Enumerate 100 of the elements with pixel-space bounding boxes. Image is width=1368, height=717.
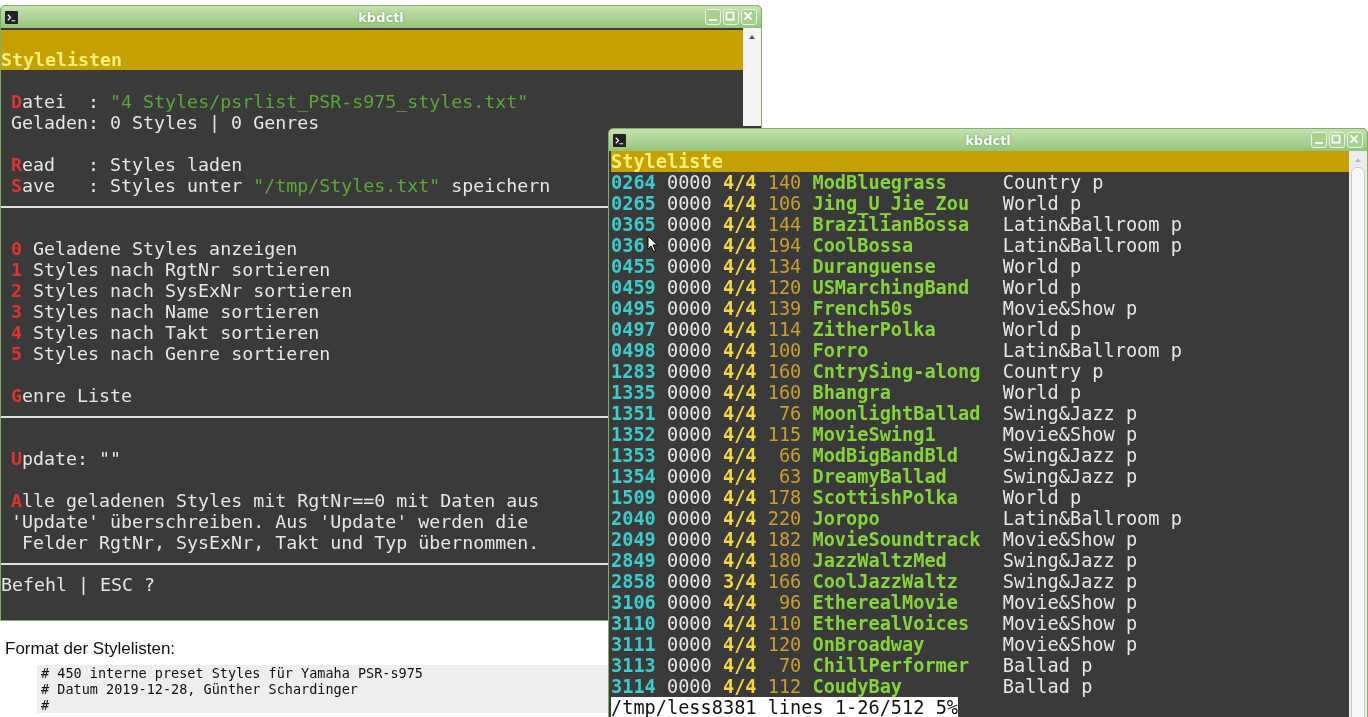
table-cell: 1352 [611,424,656,445]
menu-line: Geladen: 0 Styles | 0 Genres [11,112,320,133]
window-title: kbdctl [358,9,404,25]
menu-line: 5 Styles nach Genre sortieren [11,343,331,364]
scrollbar-thumb[interactable] [1351,167,1365,717]
terminal-icon [5,10,18,24]
close-button[interactable] [741,9,757,25]
table-cell: 3110 [611,613,656,634]
close-button[interactable] [1347,132,1363,148]
table-cell-text: 0000 [666,235,713,256]
scrollbar[interactable] [1349,151,1367,717]
table-cell: Country p [1002,361,1104,382]
table-cell-text: 4/4 [722,214,758,235]
table-cell: 114 [767,319,802,340]
table-cell-text: EtherealVoices [812,613,971,634]
table-cell-text: 3/4 [722,571,758,592]
table-cell-text: 4/4 [722,340,758,361]
table-cell: 120 [767,277,802,298]
table-cell-text: 4/4 [722,298,758,319]
table-cell: 0459 [611,277,656,298]
maximize-icon [1330,133,1342,145]
table-cell-text: ScottishPolka [812,487,959,508]
table-cell: 2858 [611,571,656,592]
minimize-button[interactable] [705,9,721,25]
table-cell: Swing&Jazz p [1002,403,1138,424]
menu-line: Update: "" [11,448,122,469]
table-cell-text: 4/4 [722,193,758,214]
table-cell-text: 0000 [666,655,713,676]
menu-line: Save : Styles unter "/tmp/Styles.txt" speichern [11,175,551,196]
command-prompt: Befehl | ESC ? [1,574,156,595]
table-cell: 110 [767,613,802,634]
table-cell-text: 0000 [666,340,713,361]
table-cell-text: 0000 [666,634,713,655]
table-cell: 1509 [611,487,656,508]
table-cell: 180 [767,550,802,571]
table-cell: 160 [767,361,802,382]
table-cell-text: 70 [777,655,802,676]
table-cell-text: 63 [777,466,802,487]
menu-line: Datei : "4 Styles/psrlist_PSR-s975_styles.txt" [11,91,529,112]
table-cell-text: 4/4 [722,592,758,613]
table-cell-text: 0000 [666,676,713,697]
table-cell: World p [1002,382,1082,403]
header-title: Styleliste [611,151,723,172]
close-icon [1348,133,1360,145]
table-cell-text: ChillPerformer [812,655,971,676]
table-cell-text: 0000 [666,571,713,592]
table-cell: 0495 [611,298,656,319]
maximize-button[interactable] [723,9,739,25]
table-cell-text: MovieSoundtrack [812,529,982,550]
table-cell: 036 [611,235,645,256]
table-cell: 1353 [611,445,656,466]
table-cell-text: 0000 [666,592,713,613]
table-cell-text: 4/4 [722,676,758,697]
table-cell-text: Duranguense [812,256,937,277]
menu-line: 0 Geladene Styles anzeigen [11,238,298,259]
table-cell-text: BrazilianBossa [812,214,971,235]
table-cell-text: 4/4 [722,487,758,508]
table-cell-text: 0000 [666,172,713,193]
table-cell: 220 [767,508,802,529]
table-cell-text: 4/4 [722,466,758,487]
table-cell: Movie&Show p [1002,613,1138,634]
table-cell: 1335 [611,382,656,403]
maximize-button[interactable] [1329,132,1345,148]
table-cell: Swing&Jazz p [1002,445,1138,466]
table-cell-text: 66 [777,445,802,466]
table-cell: 3114 [611,676,656,697]
table-cell: 134 [767,256,802,277]
table-cell-text: CoolJazzWaltz [812,571,959,592]
table-cell-text: 4/4 [722,361,758,382]
table-cell-text: MoonlightBallad [812,403,982,424]
table-cell: Ballad p [1002,655,1093,676]
table-cell-text: 4/4 [722,634,758,655]
table-cell: 115 [767,424,802,445]
table-cell: 194 [767,235,802,256]
table-cell-text: 0000 [666,424,713,445]
close-icon [742,10,754,22]
table-cell: Swing&Jazz p [1002,466,1138,487]
table-cell-text: JazzWaltzMed [812,550,948,571]
code-line: # [41,697,51,713]
table-cell: 1351 [611,403,656,424]
table-cell: 106 [767,193,802,214]
table-cell: 3111 [611,634,656,655]
table-cell-text: 4/4 [722,277,758,298]
minimize-button[interactable] [1311,132,1327,148]
menu-line: Alle geladenen Styles mit RgtNr==0 mit Daten aus [11,490,540,511]
table-cell: 0365 [611,214,656,235]
table-cell-text: 4/4 [722,319,758,340]
table-cell: 1283 [611,361,656,382]
table-cell-text: USMarchingBand [812,277,971,298]
table-cell: Movie&Show p [1002,634,1138,655]
table-cell: World p [1002,319,1082,340]
code-line: # Datum 2019-12-28, Günther Schardinger [41,681,359,697]
scrollbar[interactable] [743,28,761,126]
menu-line: 'Update' überschreiben. Aus 'Update' werden die [11,511,529,532]
table-cell-text: 4/4 [722,172,758,193]
table-cell-text: 4/4 [722,550,758,571]
table-cell-text: 4/4 [722,235,758,256]
table-cell-text: 4/4 [722,529,758,550]
menu-line: Genre Liste [11,385,133,406]
table-cell: 140 [767,172,802,193]
